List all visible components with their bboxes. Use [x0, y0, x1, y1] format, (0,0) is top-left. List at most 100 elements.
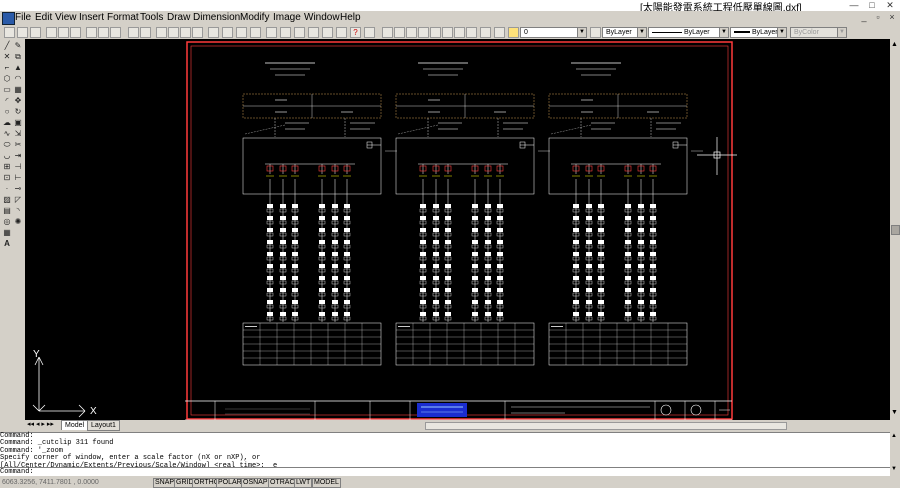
menu-edit[interactable]: Edit: [35, 11, 52, 24]
zoom-object-icon[interactable]: [466, 27, 477, 38]
zoom-previous-icon[interactable]: [192, 27, 203, 38]
mdi-restore-button[interactable]: ▫: [872, 12, 884, 22]
tab-model[interactable]: Model: [61, 420, 89, 430]
command-input[interactable]: Command:: [0, 467, 890, 476]
menu-file[interactable]: File: [15, 11, 31, 24]
construction-line-icon[interactable]: ✕: [3, 53, 11, 61]
menu-draw[interactable]: Draw: [167, 11, 190, 24]
pan-icon[interactable]: [156, 27, 167, 38]
rectangle-icon[interactable]: ▭: [3, 86, 11, 94]
menu-dimension[interactable]: Dimension: [193, 11, 240, 24]
zoom-in-icon[interactable]: [382, 27, 393, 38]
list-icon[interactable]: [294, 27, 305, 38]
rotate-icon[interactable]: ↻: [14, 108, 22, 116]
print-icon[interactable]: [46, 27, 57, 38]
break-icon[interactable]: ⊢: [14, 174, 22, 182]
menu-format[interactable]: Format: [107, 11, 139, 24]
minimize-button[interactable]: —: [848, 0, 860, 10]
menu-insert[interactable]: Insert: [79, 11, 104, 24]
scroll-down-icon[interactable]: ▼: [891, 466, 897, 472]
circle-icon[interactable]: ○: [3, 108, 11, 116]
command-scrollbar[interactable]: ▲ ▼: [890, 432, 900, 475]
zoom-all-icon[interactable]: [406, 27, 417, 38]
tool-palette-icon[interactable]: [236, 27, 247, 38]
zoom-extents-icon[interactable]: [418, 27, 429, 38]
zoom-realtime-icon[interactable]: [168, 27, 179, 38]
open-icon[interactable]: [17, 27, 28, 38]
stretch-icon[interactable]: ⇲: [14, 130, 22, 138]
layer-combo[interactable]: 0 ▼: [520, 27, 587, 38]
scroll-up-icon[interactable]: ▲: [891, 433, 897, 439]
scroll-down-icon[interactable]: ▼: [891, 409, 898, 416]
redo-icon[interactable]: [140, 27, 151, 38]
menu-help[interactable]: Help: [340, 11, 361, 24]
extend-icon[interactable]: ⇥: [14, 152, 22, 160]
cut-icon[interactable]: [86, 27, 97, 38]
scroll-up-icon[interactable]: ▲: [891, 41, 898, 48]
gradient-icon[interactable]: ▤: [3, 207, 11, 215]
fillet-icon[interactable]: ◝: [14, 207, 22, 215]
layer-on-icon[interactable]: [508, 27, 519, 38]
tab-scroll-arrows[interactable]: ◂◂ ◂ ▸ ▸▸: [27, 420, 54, 428]
area-icon[interactable]: [280, 27, 291, 38]
design-center-icon[interactable]: [222, 27, 233, 38]
insert-block-icon[interactable]: ⊞: [3, 163, 11, 171]
app-icon[interactable]: [2, 12, 15, 25]
make-current-layer-icon[interactable]: [590, 27, 601, 38]
line-icon[interactable]: ╱: [3, 42, 11, 50]
horizontal-scrollbar[interactable]: [425, 422, 787, 430]
save-icon[interactable]: [30, 27, 41, 38]
revcloud-icon[interactable]: ☁: [3, 119, 11, 127]
settings-icon[interactable]: [364, 27, 375, 38]
make-block-icon[interactable]: ⊡: [3, 174, 11, 182]
copy-icon[interactable]: [98, 27, 109, 38]
chamfer-icon[interactable]: ◸: [14, 196, 22, 204]
chevron-down-icon[interactable]: ▼: [577, 28, 586, 37]
new-icon[interactable]: [4, 27, 15, 38]
match-properties-icon[interactable]: [250, 27, 261, 38]
chevron-down-icon[interactable]: ▼: [837, 28, 846, 37]
break-point-icon[interactable]: ⊣: [14, 163, 22, 171]
menu-image[interactable]: Image: [273, 11, 301, 24]
menu-modify[interactable]: Modify: [240, 11, 269, 24]
zoom-dynamic-icon[interactable]: [454, 27, 465, 38]
mdi-close-button[interactable]: ×: [886, 12, 898, 22]
maximize-button[interactable]: □: [866, 0, 878, 10]
zoom-scale-icon[interactable]: [430, 27, 441, 38]
chevron-down-icon[interactable]: ▼: [637, 28, 646, 37]
region-icon[interactable]: ◎: [3, 218, 11, 226]
zoom-window-icon[interactable]: [180, 27, 191, 38]
plotstyle-combo[interactable]: ByColor ▼: [790, 27, 847, 38]
offset-icon[interactable]: ◠: [14, 75, 22, 83]
chevron-down-icon[interactable]: ▼: [719, 28, 728, 37]
help-icon[interactable]: ?: [350, 27, 361, 38]
scale-icon[interactable]: ▣: [14, 119, 22, 127]
print-preview-icon[interactable]: [58, 27, 69, 38]
tab-layout1[interactable]: Layout1: [87, 420, 120, 431]
close-button[interactable]: ✕: [884, 0, 896, 10]
arc-icon[interactable]: ◜: [3, 97, 11, 105]
undo-icon[interactable]: [128, 27, 139, 38]
array-icon[interactable]: ▦: [14, 86, 22, 94]
linetype-combo[interactable]: ByLayer ▼: [648, 27, 729, 38]
menu-view[interactable]: View: [55, 11, 77, 24]
vertical-scrollbar[interactable]: ▲ ▼: [890, 39, 900, 420]
drawing-canvas[interactable]: Y X: [25, 39, 890, 420]
ellipse-icon[interactable]: ⬭: [3, 141, 11, 149]
zoom-window2-icon[interactable]: [480, 27, 491, 38]
copy-object-icon[interactable]: ⧉: [14, 53, 22, 61]
find-icon[interactable]: [70, 27, 81, 38]
chevron-down-icon[interactable]: ▼: [777, 28, 786, 37]
spline-icon[interactable]: ∿: [3, 130, 11, 138]
ellipse-arc-icon[interactable]: ◡: [3, 152, 11, 160]
zoom-center-icon[interactable]: [442, 27, 453, 38]
mdi-minimize-button[interactable]: _: [858, 12, 870, 22]
trim-icon[interactable]: ✂: [14, 141, 22, 149]
polygon-icon[interactable]: ⬡: [3, 75, 11, 83]
polyline-icon[interactable]: ⌐: [3, 64, 11, 72]
point-icon[interactable]: ·: [3, 185, 11, 193]
menu-tools[interactable]: Tools: [140, 11, 163, 24]
table-icon[interactable]: ▦: [3, 229, 11, 237]
properties-icon[interactable]: [208, 27, 219, 38]
distance-icon[interactable]: [266, 27, 277, 38]
